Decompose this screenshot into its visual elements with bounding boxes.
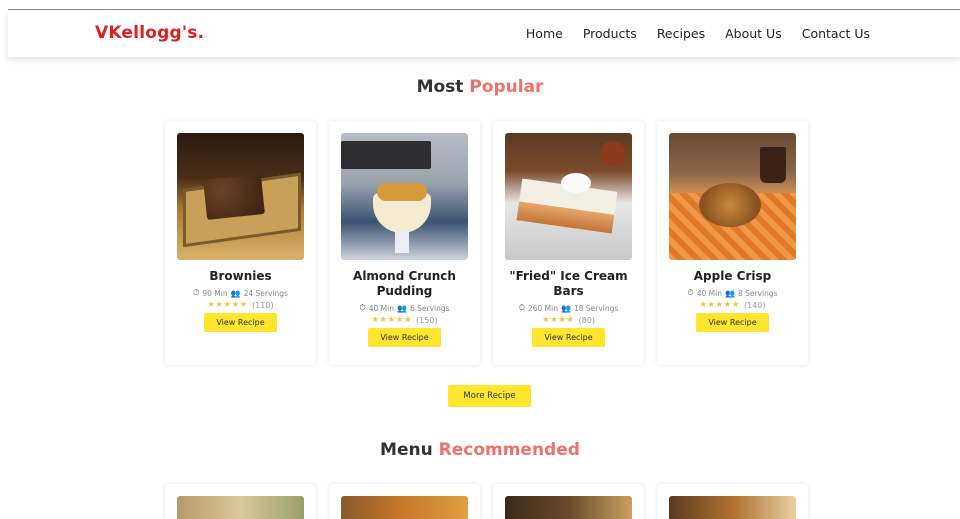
section-title-main: Most [416, 77, 464, 97]
recipe-image[interactable] [669, 496, 796, 519]
star-icons: ★★★★ [542, 315, 575, 325]
recipe-image[interactable] [505, 496, 632, 519]
section-title-menu-recommended: Menu Recommended [0, 440, 960, 460]
recipe-title: Almond Crunch Pudding [353, 269, 456, 298]
recipe-image[interactable] [341, 133, 468, 260]
brownie-shape [203, 174, 265, 220]
nav-about-us[interactable]: About Us [725, 26, 782, 41]
recipe-image[interactable] [669, 133, 796, 260]
recipe-time: 40 Min [368, 303, 394, 313]
recipe-servings: 24 Servings [243, 288, 288, 298]
section-title-most-popular: Most Popular [0, 77, 960, 97]
rating-count: (150) [416, 315, 438, 325]
nav-links: Home Products Recipes About Us Contact U… [526, 26, 870, 41]
recipe-image[interactable] [177, 496, 304, 519]
recipe-card [329, 484, 480, 519]
people-icon: 👥 [724, 288, 735, 298]
view-recipe-button[interactable]: View Recipe [696, 313, 769, 332]
recipe-time: 40 Min [696, 288, 722, 298]
view-recipe-button[interactable]: View Recipe [204, 313, 277, 332]
recipe-image[interactable] [505, 133, 632, 260]
crunch-topping-shape [377, 183, 427, 201]
recipe-rating: ★★★★★ (150) [341, 315, 468, 325]
recipe-card [657, 484, 808, 519]
section-title-accent: Popular [469, 77, 544, 97]
recipe-card [165, 484, 316, 519]
rating-count: (110) [252, 300, 274, 310]
recipe-meta: ⏱ 90 Min 👥 24 Servings [177, 288, 304, 298]
people-icon: 👥 [560, 303, 571, 313]
recipe-time: 90 Min [202, 288, 228, 298]
recipe-servings: 18 Servings [573, 303, 619, 313]
recipe-meta: ⏱ 260 Min 👥 18 Servings [505, 303, 632, 313]
star-icons: ★★★★★ [699, 300, 741, 310]
section-title-main: Menu [380, 440, 433, 460]
recipe-card: Almond Crunch Pudding ⏱ 40 Min 👥 6 Servi… [329, 121, 480, 365]
recipe-card: "Fried" Ice Cream Bars ⏱ 260 Min 👥 18 Se… [493, 121, 644, 365]
recipe-card [493, 484, 644, 519]
recipe-image[interactable] [341, 496, 468, 519]
section-title-accent: Recommended [438, 440, 580, 460]
nav-contact-us[interactable]: Contact Us [802, 26, 870, 41]
people-icon: 👥 [396, 303, 407, 313]
recipe-servings: 8 Servings [737, 288, 778, 298]
recipe-title: Brownies [209, 269, 272, 283]
recipe-meta: ⏱ 40 Min 👥 6 Servings [341, 303, 468, 313]
rating-count: (80) [578, 315, 595, 325]
nav-products[interactable]: Products [583, 26, 637, 41]
people-icon: 👥 [230, 288, 241, 298]
recipe-rating: ★★★★★ (110) [177, 300, 304, 310]
recipe-card: Apple Crisp ⏱ 40 Min 👥 8 Servings ★★★★★ … [657, 121, 808, 365]
recipe-time: 260 Min [527, 303, 558, 313]
recipe-image[interactable] [177, 133, 304, 260]
recipe-title: Apple Crisp [693, 269, 772, 283]
mug-shape [760, 147, 786, 183]
recipe-rating: ★★★★★ (140) [669, 300, 796, 310]
sauce-cup-shape [600, 141, 626, 167]
nav-recipes[interactable]: Recipes [657, 26, 705, 41]
popular-recipes-list: Brownies ⏱ 90 Min 👥 24 Servings ★★★★★ (1… [165, 121, 808, 365]
star-icons: ★★★★★ [207, 300, 249, 310]
navbar: VKellogg's. Home Products Recipes About … [8, 10, 960, 57]
more-recipe-button[interactable]: More Recipe [448, 385, 531, 407]
recommended-recipes-list [165, 484, 808, 519]
star-icons: ★★★★★ [371, 315, 413, 325]
glass-stem-shape [395, 231, 409, 253]
stopwatch-icon: ⏱ [359, 303, 366, 312]
brand-logo[interactable]: VKellogg's. [95, 23, 204, 43]
rating-count: (140) [744, 300, 766, 310]
nav-home[interactable]: Home [526, 26, 563, 41]
recipe-card: Brownies ⏱ 90 Min 👥 24 Servings ★★★★★ (1… [165, 121, 316, 365]
recipe-servings: 6 Servings [409, 303, 450, 313]
stopwatch-icon: ⏱ [193, 288, 200, 297]
apple-crisp-bowl-shape [699, 183, 761, 227]
view-recipe-button[interactable]: View Recipe [368, 328, 441, 347]
stopwatch-icon: ⏱ [687, 288, 694, 297]
view-recipe-button[interactable]: View Recipe [532, 328, 605, 347]
recipe-title: "Fried" Ice Cream Bars [509, 269, 628, 298]
stopwatch-icon: ⏱ [518, 303, 525, 312]
whipped-cream-shape [561, 173, 591, 193]
tray-shape [341, 141, 431, 169]
recipe-rating: ★★★★ (80) [505, 315, 632, 325]
recipe-meta: ⏱ 40 Min 👥 8 Servings [669, 288, 796, 298]
